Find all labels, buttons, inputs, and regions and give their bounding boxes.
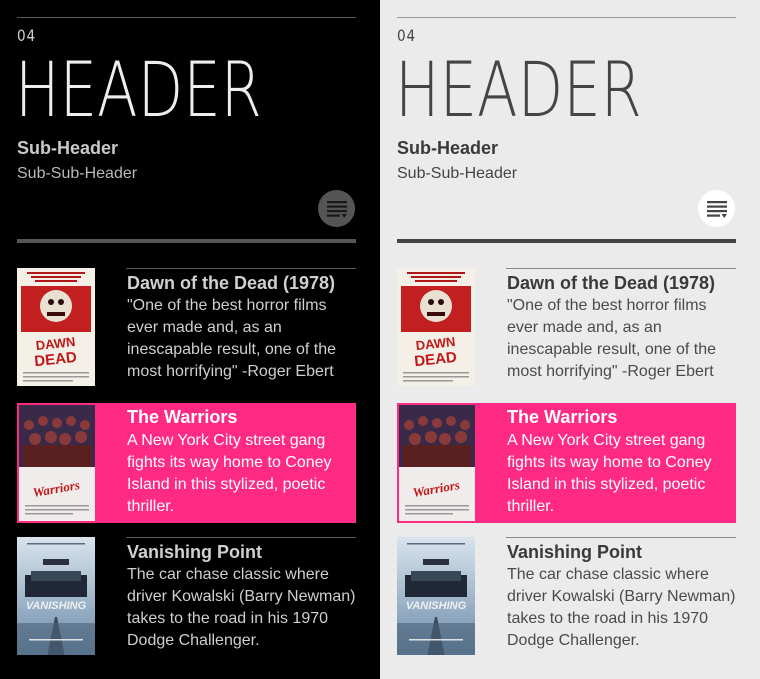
light-theme-panel: 04 HEADER Sub-Header Sub-Sub-Header DAWN…	[380, 0, 760, 679]
page-title: HEADER	[395, 45, 642, 134]
top-divider	[397, 17, 736, 18]
screen-number: 04	[397, 26, 417, 45]
poster-dawn-of-the-dead: DAWN DEAD	[17, 268, 95, 386]
top-divider	[17, 17, 356, 18]
poster-vanishing-point: VANISHING	[397, 537, 475, 655]
dark-theme-panel: 04 HEADER Sub-Header Sub-Sub-Header DAWN…	[0, 0, 380, 679]
item-description: "One of the best horror films ever made …	[507, 297, 717, 380]
item-title: Vanishing Point	[127, 542, 263, 562]
item-description: The car chase classic where driver Kowal…	[127, 566, 356, 649]
item-title: The Warriors	[127, 407, 238, 427]
svg-text:VANISHING: VANISHING	[406, 600, 467, 612]
header-divider	[17, 239, 356, 243]
item-divider	[506, 268, 736, 269]
screen-number: 04	[17, 26, 37, 45]
filter-menu-button[interactable]	[318, 190, 355, 227]
filter-list-icon	[326, 200, 347, 218]
sub-sub-header: Sub-Sub-Header	[397, 165, 518, 182]
item-title: The Warriors	[507, 407, 618, 427]
filter-list-icon	[706, 200, 727, 218]
sub-header: Sub-Header	[397, 138, 499, 158]
item-title: Vanishing Point	[507, 542, 643, 562]
item-description: "One of the best horror films ever made …	[127, 297, 337, 380]
poster-dawn-of-the-dead: DAWN DEAD	[397, 268, 475, 386]
filter-menu-button[interactable]	[698, 190, 735, 227]
list-item[interactable]: VANISHING Vanishing Point The car chase …	[397, 537, 736, 659]
poster-the-warriors: Warriors	[399, 405, 475, 521]
item-description: A New York City street gang fights its w…	[507, 432, 712, 515]
list-item-selected[interactable]: Warriors The Warriors A New York City st…	[17, 403, 356, 523]
svg-text:VANISHING: VANISHING	[26, 600, 87, 612]
sub-header: Sub-Header	[17, 138, 119, 158]
poster-the-warriors: Warriors	[19, 405, 95, 521]
item-description: A New York City street gang fights its w…	[127, 432, 332, 515]
page-title: HEADER	[15, 45, 262, 134]
list-item[interactable]: DAWN DEAD Dawn of the Dead (1978) "One o…	[397, 268, 736, 390]
list-item[interactable]: VANISHING Vanishing Point The car chase …	[17, 537, 356, 659]
item-divider	[506, 537, 736, 538]
poster-vanishing-point: VANISHING	[17, 537, 95, 655]
list-item[interactable]: DAWN DEAD Dawn of the Dead (1978) "One o…	[17, 268, 356, 390]
header-divider	[397, 239, 736, 243]
item-description: The car chase classic where driver Kowal…	[507, 566, 736, 649]
item-divider	[126, 537, 356, 538]
item-divider	[126, 268, 356, 269]
list-item-selected[interactable]: Warriors The Warriors A New York City st…	[397, 403, 736, 523]
item-title: Dawn of the Dead (1978)	[127, 273, 336, 293]
item-title: Dawn of the Dead (1978)	[507, 273, 716, 293]
sub-sub-header: Sub-Sub-Header	[17, 165, 138, 182]
